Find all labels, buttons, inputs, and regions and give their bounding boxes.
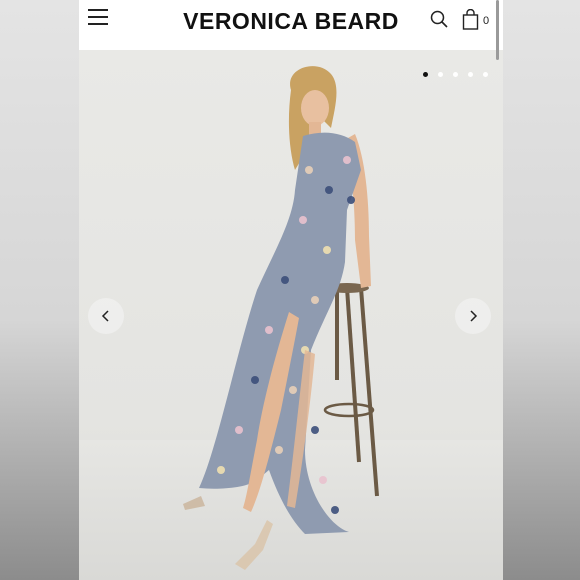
product-image-carousel[interactable]: [79, 50, 503, 580]
chevron-right-icon: [470, 310, 478, 322]
pagination-dot-5[interactable]: [483, 72, 488, 77]
cart-button[interactable]: 0: [462, 9, 492, 31]
previous-image-button[interactable]: [88, 298, 124, 334]
mobile-page: VERONICA BEARD 0: [79, 0, 503, 580]
next-image-button[interactable]: [455, 298, 491, 334]
product-photo-model-floral-maxi-dress: [183, 66, 379, 570]
search-button[interactable]: [430, 10, 448, 28]
shopping-bag-icon: [462, 9, 479, 30]
pagination-dot-4[interactable]: [468, 72, 473, 77]
pagination-dot-2[interactable]: [438, 72, 443, 77]
background-right: [503, 0, 580, 580]
search-icon: [430, 10, 448, 28]
site-header: VERONICA BEARD 0: [79, 0, 503, 50]
cart-count: 0: [483, 15, 490, 27]
scrollbar[interactable]: [496, 0, 499, 60]
chevron-left-icon: [101, 310, 109, 322]
pagination-dot-3[interactable]: [453, 72, 458, 77]
pagination-dot-1[interactable]: [423, 72, 428, 77]
bar-stool: [323, 287, 379, 497]
background-left: [0, 0, 79, 580]
